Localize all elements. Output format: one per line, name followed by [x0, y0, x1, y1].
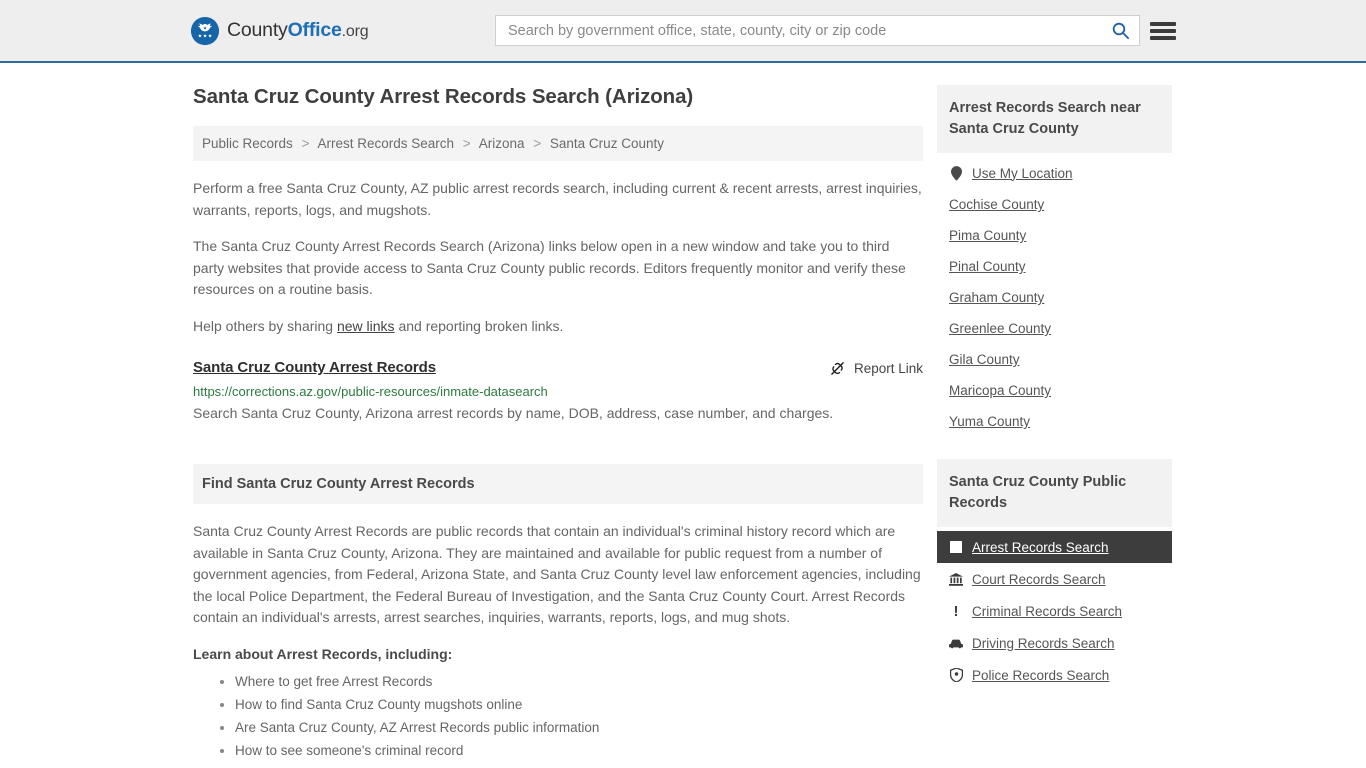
report-link-label: Report Link: [853, 361, 923, 376]
sidebar-item-label: Greenlee County: [949, 321, 1052, 336]
logo-text-org: .org: [341, 23, 369, 40]
sidebar-item-label: Pinal County: [949, 259, 1026, 274]
learn-about-list: Where to get free Arrest Records How to …: [193, 673, 923, 768]
police-badge-icon: [949, 667, 963, 683]
site-logo-text: CountyOffice.org: [227, 19, 369, 42]
car-icon: [949, 635, 963, 651]
share-suffix: and reporting broken links.: [394, 317, 564, 334]
sidebar-item-label: Arrest Records Search: [972, 539, 1109, 555]
sidebar-item-label: Criminal Records Search: [972, 603, 1123, 619]
new-links-link[interactable]: new links: [337, 318, 395, 334]
sidebar-item-gila-county[interactable]: Gila County: [937, 344, 1172, 375]
hamburger-menu-icon-bar3: [1150, 35, 1176, 40]
sidebar-item-maricopa-county[interactable]: Maricopa County: [937, 375, 1172, 406]
breadcrumb-separator: >: [301, 136, 310, 151]
search-button[interactable]: [1101, 16, 1139, 45]
search-bar: [495, 15, 1140, 46]
breadcrumb-item-santa-cruz-county[interactable]: Santa Cruz County: [550, 136, 664, 151]
exclamation-icon: !: [953, 602, 959, 620]
sidebar-item-label: Police Records Search: [972, 667, 1110, 683]
nearby-search-card-heading: Arrest Records Search near Santa Cruz Co…: [937, 85, 1172, 153]
nearby-search-card: Arrest Records Search near Santa Cruz Co…: [937, 85, 1172, 437]
public-records-card: Santa Cruz County Public Records Arrest …: [937, 459, 1172, 691]
sidebar-item-label: Cochise County: [949, 197, 1045, 212]
logo-text-county: County: [227, 19, 288, 41]
result-description: Search Santa Cruz County, Arizona arrest…: [193, 405, 834, 421]
list-item: Where to get free Arrest Records: [235, 673, 923, 690]
sidebar-item-label: Use My Location: [972, 165, 1073, 181]
sidebar-item-pinal-county[interactable]: Pinal County: [937, 251, 1172, 282]
content-container: Santa Cruz County Arrest Records Search …: [193, 85, 1173, 768]
list-item: Are Santa Cruz County, AZ Arrest Records…: [235, 719, 923, 736]
list-item: What information is available in an Arre…: [235, 765, 923, 768]
breadcrumb-item-public-records[interactable]: Public Records: [202, 136, 293, 151]
sidebar-item-label: Court Records Search: [972, 571, 1106, 587]
result-item: Santa Cruz County Arrest Records Report …: [193, 359, 923, 426]
hamburger-menu-icon-bar2: [1150, 28, 1176, 33]
intro-paragraph-2: The Santa Cruz County Arrest Records Sea…: [193, 238, 906, 297]
find-section-heading: Find Santa Cruz County Arrest Records: [193, 464, 923, 504]
sidebar-item-label: Yuma County: [949, 414, 1031, 429]
nearby-search-list: Use My Location Cochise County Pima Coun…: [937, 153, 1172, 437]
map-pin-icon: [949, 165, 963, 181]
breadcrumb-item-arizona[interactable]: Arizona: [479, 136, 525, 151]
sidebar-item-yuma-county[interactable]: Yuma County: [937, 406, 1172, 437]
breadcrumb-separator: >: [533, 136, 542, 151]
logo-text-office: Office: [287, 19, 342, 41]
sidebar-item-label: Pima County: [949, 228, 1027, 243]
list-item: How to see someone's criminal record: [235, 742, 923, 759]
sidebar-item-criminal-records-search[interactable]: ! Criminal Records Search: [937, 595, 1172, 627]
site-logo[interactable]: CountyOffice.org: [190, 16, 369, 46]
share-prefix: Help others by sharing: [193, 317, 337, 334]
site-header: CountyOffice.org: [0, 0, 1366, 63]
sidebar-item-pima-county[interactable]: Pima County: [937, 220, 1172, 251]
result-url: https://corrections.az.gov/public-resour…: [193, 384, 548, 399]
sidebar-item-graham-county[interactable]: Graham County: [937, 282, 1172, 313]
sidebar-item-greenlee-county[interactable]: Greenlee County: [937, 313, 1172, 344]
sidebar-item-label: Maricopa County: [949, 383, 1052, 398]
sidebar: Arrest Records Search near Santa Cruz Co…: [937, 85, 1172, 768]
intro-paragraph-1: Perform a free Santa Cruz County, AZ pub…: [193, 180, 922, 218]
list-item: How to find Santa Cruz County mugshots o…: [235, 696, 923, 713]
public-records-card-heading: Santa Cruz County Public Records: [937, 459, 1172, 527]
sidebar-item-label: Gila County: [949, 352, 1020, 367]
sidebar-item-court-records-search[interactable]: Court Records Search: [937, 563, 1172, 595]
result-header: Santa Cruz County Arrest Records Report …: [193, 359, 923, 377]
result-title-link[interactable]: Santa Cruz County Arrest Records: [193, 359, 436, 376]
sidebar-item-arrest-records-search[interactable]: Arrest Records Search: [937, 531, 1172, 563]
main-column: Santa Cruz County Arrest Records Search …: [193, 85, 923, 768]
courthouse-icon: [949, 571, 963, 587]
breadcrumb-item-arrest-records-search[interactable]: Arrest Records Search: [317, 136, 454, 151]
page-body: Santa Cruz County Arrest Records Search …: [0, 63, 1366, 768]
sidebar-item-police-records-search[interactable]: Police Records Search: [937, 659, 1172, 691]
find-section-body: Santa Cruz County Arrest Records are pub…: [193, 523, 921, 625]
sidebar-item-cochise-county[interactable]: Cochise County: [937, 189, 1172, 220]
sidebar-item-label: Driving Records Search: [972, 635, 1115, 651]
sidebar-item-label: Graham County: [949, 290, 1045, 305]
sidebar-item-driving-records-search[interactable]: Driving Records Search: [937, 627, 1172, 659]
search-icon: [1112, 22, 1129, 40]
broken-link-icon: [831, 362, 844, 375]
learn-about-label: Learn about Arrest Records, including:: [193, 645, 453, 662]
public-records-list: Arrest Records Search Court Records Sear…: [937, 527, 1172, 691]
county-office-eagle-icon: [190, 16, 220, 45]
share-links-paragraph: Help others by sharing new links and rep…: [193, 316, 923, 338]
sidebar-item-use-my-location[interactable]: Use My Location: [937, 157, 1172, 189]
breadcrumb: Public Records > Arrest Records Search >…: [193, 126, 923, 161]
page-title: Santa Cruz County Arrest Records Search …: [193, 85, 694, 108]
report-link-button[interactable]: Report Link: [829, 360, 923, 377]
document-icon: [949, 539, 963, 555]
search-input[interactable]: [496, 16, 1101, 45]
hamburger-menu-icon: [1150, 21, 1176, 26]
breadcrumb-separator: >: [462, 136, 471, 151]
hamburger-menu-button[interactable]: [1150, 20, 1176, 42]
